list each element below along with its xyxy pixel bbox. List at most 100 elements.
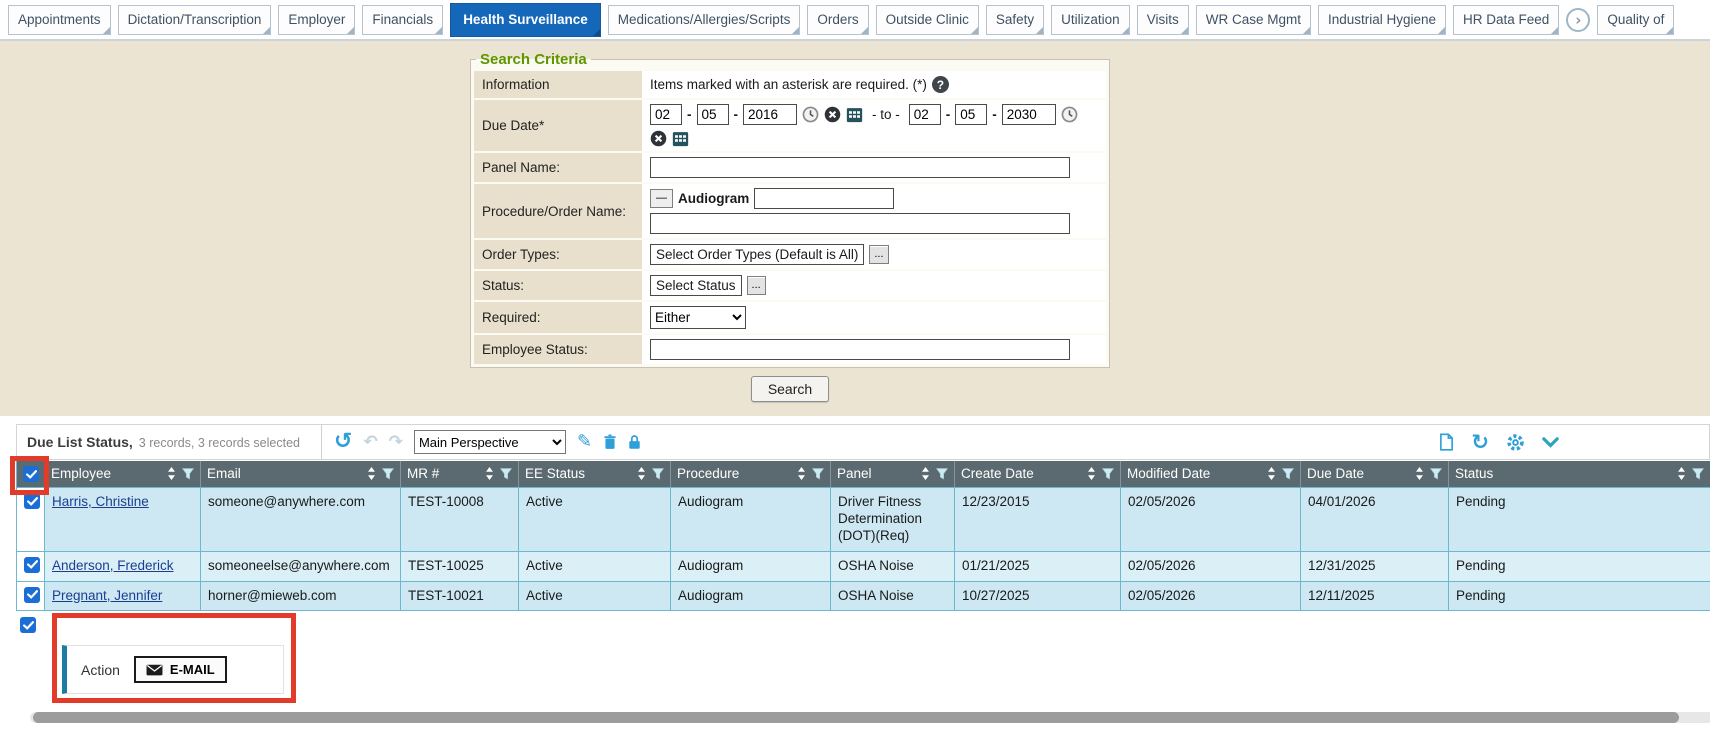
nav-forward-icon[interactable]: ↷ bbox=[389, 434, 403, 451]
procedure-text: Audiogram bbox=[678, 588, 743, 603]
row-checkbox[interactable] bbox=[24, 493, 40, 509]
clear-date-icon[interactable] bbox=[650, 130, 667, 147]
due-to-day-input[interactable] bbox=[955, 104, 987, 125]
employee-link[interactable]: Anderson, Frederick bbox=[52, 558, 174, 573]
tab-safety[interactable]: Safety bbox=[986, 5, 1044, 35]
panel-name-input[interactable] bbox=[650, 157, 1070, 178]
filter-icon[interactable] bbox=[936, 468, 948, 480]
required-select[interactable]: Either bbox=[650, 306, 746, 329]
sort-icon[interactable] bbox=[167, 467, 176, 480]
filter-icon[interactable] bbox=[500, 468, 512, 480]
sort-icon[interactable] bbox=[797, 467, 806, 480]
order-types-more-button[interactable]: ... bbox=[869, 245, 888, 264]
search-button[interactable]: Search bbox=[751, 376, 829, 402]
remove-procedure-button[interactable]: — bbox=[650, 189, 673, 208]
sort-icon[interactable] bbox=[367, 467, 376, 480]
email-text: someone@anywhere.com bbox=[208, 494, 365, 509]
calendar-icon[interactable] bbox=[846, 106, 863, 123]
new-document-icon[interactable] bbox=[1439, 433, 1454, 451]
procedure-order-name-input[interactable] bbox=[650, 213, 1070, 234]
column-header-procedure: Procedure bbox=[671, 461, 831, 488]
tab-outside-clinic[interactable]: Outside Clinic bbox=[876, 5, 979, 35]
sort-icon[interactable] bbox=[1677, 467, 1686, 480]
table-row: Harris, Christine someone@anywhere.com T… bbox=[17, 488, 1710, 552]
calendar-icon[interactable] bbox=[672, 130, 689, 147]
cell-modified-date: 02/05/2026 bbox=[1121, 551, 1301, 581]
sort-icon[interactable] bbox=[485, 467, 494, 480]
panel-text: OSHA Noise bbox=[838, 588, 914, 603]
action-label: Action bbox=[81, 662, 120, 678]
tab-wr-case-mgmt[interactable]: WR Case Mgmt bbox=[1196, 5, 1311, 35]
column-label: MR # bbox=[407, 466, 439, 481]
tab-employer[interactable]: Employer bbox=[278, 5, 355, 35]
filter-icon[interactable] bbox=[382, 468, 394, 480]
tab-quality-of[interactable]: Quality of bbox=[1597, 5, 1674, 35]
due-to-year-input[interactable] bbox=[1002, 104, 1056, 125]
ee-status-text: Active bbox=[526, 558, 563, 573]
row-checkbox[interactable] bbox=[24, 557, 40, 573]
tab-financials[interactable]: Financials bbox=[362, 5, 443, 35]
status-value[interactable]: Select Status bbox=[650, 275, 742, 296]
filter-icon[interactable] bbox=[652, 468, 664, 480]
clock-icon[interactable] bbox=[802, 106, 819, 123]
sort-icon[interactable] bbox=[1087, 467, 1096, 480]
collapse-chevron-icon[interactable] bbox=[1542, 437, 1559, 448]
order-types-value[interactable]: Select Order Types (Default is All) bbox=[650, 244, 864, 265]
sort-icon[interactable] bbox=[637, 467, 646, 480]
due-from-day-input[interactable] bbox=[697, 104, 729, 125]
filter-icon[interactable] bbox=[1430, 468, 1442, 480]
column-label: Due Date bbox=[1307, 466, 1364, 481]
help-icon[interactable]: ? bbox=[932, 76, 949, 93]
procedure-value-input[interactable] bbox=[754, 188, 894, 209]
sort-icon[interactable] bbox=[1415, 467, 1424, 480]
employee-status-label: Employee Status: bbox=[474, 335, 642, 364]
column-header-panel: Panel bbox=[831, 461, 955, 488]
tab-orders[interactable]: Orders bbox=[807, 5, 868, 35]
filter-icon[interactable] bbox=[812, 468, 824, 480]
status-more-button[interactable]: ... bbox=[747, 276, 766, 295]
tab-industrial-hygiene[interactable]: Industrial Hygiene bbox=[1318, 5, 1446, 35]
employee-status-input[interactable] bbox=[650, 339, 1070, 360]
scrollbar-thumb[interactable] bbox=[33, 712, 1679, 723]
tab-medications-allergies-scripts[interactable]: Medications/Allergies/Scripts bbox=[608, 5, 801, 35]
filter-icon[interactable] bbox=[1692, 468, 1704, 480]
row-checkbox[interactable] bbox=[24, 587, 40, 603]
column-header-mr: MR # bbox=[401, 461, 519, 488]
cell-create-date: 12/23/2015 bbox=[955, 488, 1121, 552]
delete-perspective-icon[interactable] bbox=[603, 434, 617, 450]
sort-icon[interactable] bbox=[921, 467, 930, 480]
cell-mr: TEST-10025 bbox=[401, 551, 519, 581]
due-from-year-input[interactable] bbox=[743, 104, 797, 125]
filter-icon[interactable] bbox=[1282, 468, 1294, 480]
perspective-select[interactable]: Main Perspective bbox=[414, 430, 566, 454]
nav-back-icon[interactable]: ↶ bbox=[363, 434, 377, 451]
tab-appointments[interactable]: Appointments bbox=[8, 5, 111, 35]
select-all-checkbox[interactable] bbox=[23, 466, 39, 482]
lock-perspective-icon[interactable] bbox=[628, 434, 641, 450]
sort-icon[interactable] bbox=[1267, 467, 1276, 480]
cell-email: someoneelse@anywhere.com bbox=[201, 551, 401, 581]
tab-dictation-transcription[interactable]: Dictation/Transcription bbox=[118, 5, 272, 35]
cell-mr: TEST-10021 bbox=[401, 581, 519, 611]
email-button[interactable]: E-MAIL bbox=[134, 656, 227, 683]
refresh-icon[interactable]: ↻ bbox=[1471, 432, 1489, 453]
tab-utilization[interactable]: Utilization bbox=[1051, 5, 1130, 35]
due-from-month-input[interactable] bbox=[650, 104, 682, 125]
tab-health-surveillance[interactable]: Health Surveillance bbox=[450, 3, 601, 37]
footer-select-checkbox[interactable] bbox=[20, 617, 36, 633]
column-label: Email bbox=[207, 466, 241, 481]
clear-date-icon[interactable] bbox=[824, 106, 841, 123]
filter-icon[interactable] bbox=[182, 468, 194, 480]
employee-link[interactable]: Pregnant, Jennifer bbox=[52, 588, 162, 603]
tab-visits[interactable]: Visits bbox=[1137, 5, 1189, 35]
filter-icon[interactable] bbox=[1102, 468, 1114, 480]
gear-icon[interactable] bbox=[1506, 433, 1525, 452]
tab-hr-data-feed[interactable]: HR Data Feed bbox=[1453, 5, 1559, 35]
edit-perspective-icon[interactable]: ✎ bbox=[577, 433, 592, 451]
due-to-month-input[interactable] bbox=[909, 104, 941, 125]
tab-label: Financials bbox=[372, 12, 433, 27]
clock-icon[interactable] bbox=[1061, 106, 1078, 123]
reset-icon[interactable]: ↺ bbox=[334, 431, 352, 453]
employee-link[interactable]: Harris, Christine bbox=[52, 494, 149, 509]
tab-overflow-icon[interactable]: › bbox=[1566, 8, 1590, 32]
